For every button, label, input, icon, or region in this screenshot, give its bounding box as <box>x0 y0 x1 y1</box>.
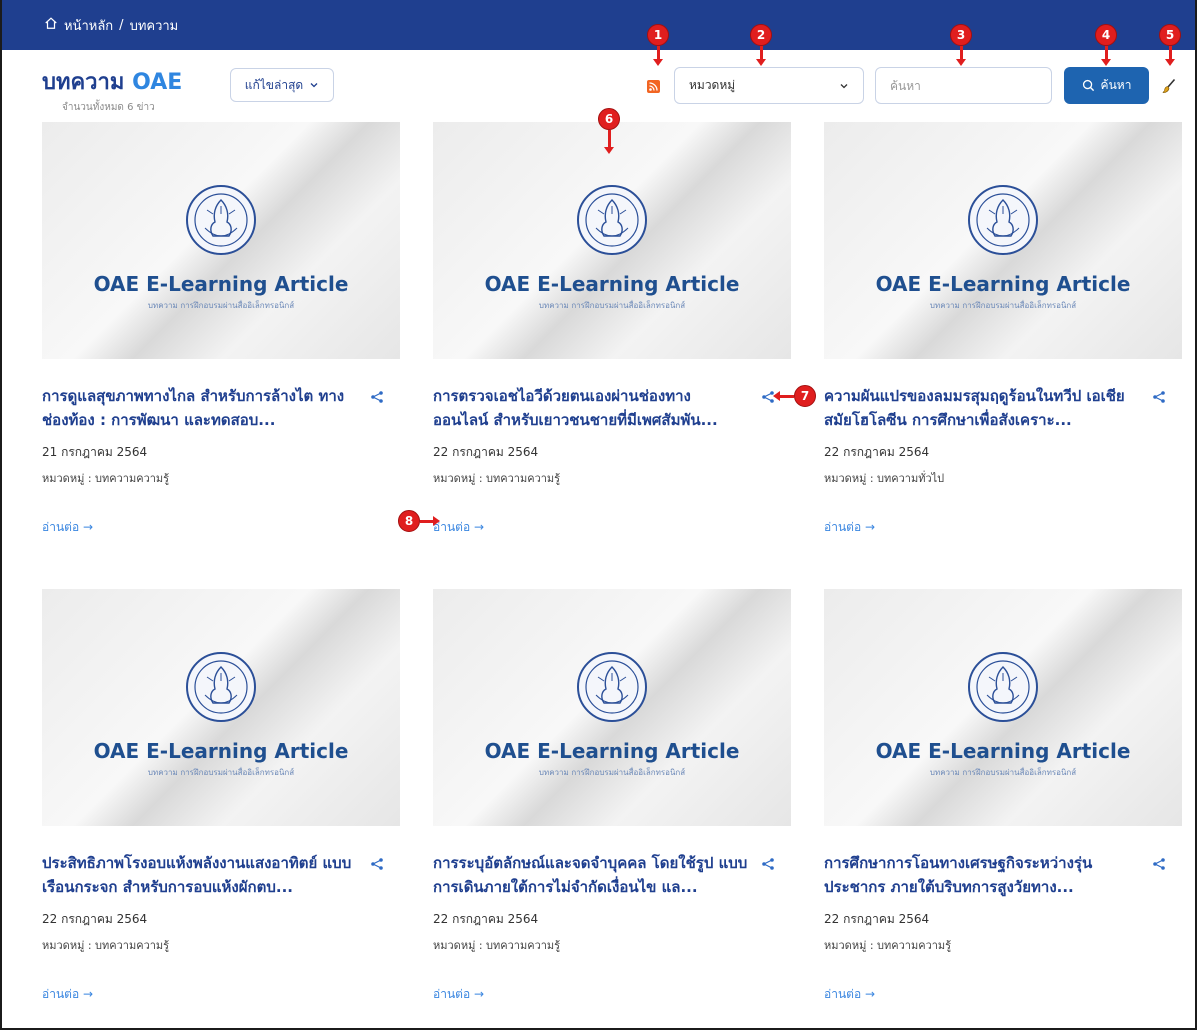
article-date: 22 กรกฎาคม 2564 <box>824 445 930 459</box>
annotation-marker-7: 7 <box>794 385 816 407</box>
read-more-link[interactable]: อ่านต่อ → <box>433 985 484 1004</box>
thumbnail-subtitle: บทความ การฝึกอบรมผ่านสื่ออิเล็กทรอนิกส์ <box>147 301 295 310</box>
article-category: หมวดหมู่ : บทความความรู้ <box>42 472 170 485</box>
article-category: หมวดหมู่ : บทความความรู้ <box>824 939 952 952</box>
share-icon[interactable] <box>761 857 775 871</box>
article-thumbnail[interactable]: OAE E-Learning Article บทความ การฝึกอบรม… <box>824 122 1182 359</box>
chevron-down-icon <box>310 83 318 88</box>
annotation-marker-1: 1 <box>647 24 669 46</box>
search-icon <box>1082 79 1094 92</box>
article-thumbnail[interactable]: OAE E-Learning Article บทความ การฝึกอบรม… <box>42 589 400 826</box>
thumbnail-subtitle: บทความ การฝึกอบรมผ่านสื่ออิเล็กทรอนิกส์ <box>929 768 1077 777</box>
rss-icon[interactable] <box>647 80 660 93</box>
article-card[interactable]: OAE E-Learning Article บทความ การฝึกอบรม… <box>42 122 400 534</box>
annotation-arrow-1 <box>653 46 663 66</box>
sort-dropdown[interactable]: แก้ไขล่าสุด <box>230 68 334 102</box>
share-icon[interactable] <box>1152 857 1166 871</box>
thumbnail-title: OAE E-Learning Article <box>93 739 349 763</box>
annotation-arrow-2 <box>756 46 766 66</box>
seal-emblem <box>577 185 647 255</box>
article-category: หมวดหมู่ : บทความทั่วไป <box>824 472 945 485</box>
annotation-marker-5: 5 <box>1159 24 1181 46</box>
article-title[interactable]: ความผันแปรของลมมรสุมฤดูร้อนในทวีป เอเชีย… <box>824 384 1142 432</box>
article-title[interactable]: ประสิทธิภาพโรงอบแห้งพลังงานแสงอาทิตย์ แบ… <box>42 851 360 899</box>
thumbnail-subtitle: บทความ การฝึกอบรมผ่านสื่ออิเล็กทรอนิกส์ <box>538 301 686 310</box>
read-more-link[interactable]: อ่านต่อ → <box>433 518 484 537</box>
breadcrumb-home[interactable]: หน้าหลัก <box>44 15 113 36</box>
article-card[interactable]: OAE E-Learning Article บทความ การฝึกอบรม… <box>433 122 791 534</box>
article-card[interactable]: OAE E-Learning Article บทความ การฝึกอบรม… <box>824 122 1182 534</box>
article-title[interactable]: การระบุอัตลักษณ์และจดจำบุคคล โดยใช้รูป แ… <box>433 851 751 899</box>
article-title[interactable]: การตรวจเอชไอวีด้วยตนเองผ่านช่องทาง ออนไล… <box>433 384 751 432</box>
search-button-label: ค้นหา <box>1100 78 1132 92</box>
breadcrumb-home-label: หน้าหลัก <box>64 18 114 34</box>
search-input[interactable] <box>875 67 1052 104</box>
read-more-link[interactable]: อ่านต่อ → <box>42 518 93 537</box>
annotation-marker-2: 2 <box>750 24 772 46</box>
sort-label: แก้ไขล่าสุด <box>244 77 304 92</box>
article-title[interactable]: การดูแลสุขภาพทางไกล สำหรับการล้างไต ทางช… <box>42 384 360 432</box>
home-icon <box>44 16 58 34</box>
breadcrumb-separator: / <box>119 17 124 33</box>
article-thumbnail[interactable]: OAE E-Learning Article บทความ การฝึกอบรม… <box>42 122 400 359</box>
annotation-marker-3: 3 <box>950 24 972 46</box>
article-card[interactable]: OAE E-Learning Article บทความ การฝึกอบรม… <box>433 589 791 1001</box>
chevron-down-icon <box>840 83 848 88</box>
article-date: 22 กรกฎาคม 2564 <box>433 445 539 459</box>
seal-emblem <box>577 652 647 722</box>
share-icon[interactable] <box>1152 390 1166 404</box>
page-title-accent: OAE <box>132 70 183 95</box>
share-icon[interactable] <box>370 390 384 404</box>
thumbnail-subtitle: บทความ การฝึกอบรมผ่านสื่ออิเล็กทรอนิกส์ <box>929 301 1077 310</box>
article-thumbnail[interactable]: OAE E-Learning Article บทความ การฝึกอบรม… <box>824 589 1182 826</box>
category-select-label: หมวดหมู่ <box>689 78 736 92</box>
share-icon[interactable] <box>370 857 384 871</box>
article-date: 21 กรกฎาคม 2564 <box>42 445 148 459</box>
annotation-marker-4: 4 <box>1095 24 1117 46</box>
article-category: หมวดหมู่ : บทความความรู้ <box>42 939 170 952</box>
thumbnail-title: OAE E-Learning Article <box>875 739 1131 763</box>
seal-emblem <box>186 652 256 722</box>
article-category: หมวดหมู่ : บทความความรู้ <box>433 472 561 485</box>
annotation-arrow-6 <box>604 130 614 154</box>
article-title[interactable]: การศึกษาการโอนทางเศรษฐกิจระหว่างรุ่น ประ… <box>824 851 1142 899</box>
category-select[interactable]: หมวดหมู่ <box>674 67 864 104</box>
thumbnail-title: OAE E-Learning Article <box>93 272 349 296</box>
seal-emblem <box>968 185 1038 255</box>
page-frame: หน้าหลัก / บทความ บทความ OAE จำนวนทั้งหม… <box>0 0 1197 1030</box>
annotation-arrow-8 <box>420 516 440 526</box>
article-count: จำนวนทั้งหมด 6 ข่าว <box>62 102 155 113</box>
article-date: 22 กรกฎาคม 2564 <box>824 912 930 926</box>
read-more-link[interactable]: อ่านต่อ → <box>42 985 93 1004</box>
page-title-main: บทความ <box>42 70 125 95</box>
article-thumbnail[interactable]: OAE E-Learning Article บทความ การฝึกอบรม… <box>433 122 791 359</box>
article-category: หมวดหมู่ : บทความความรู้ <box>433 939 561 952</box>
annotation-arrow-4 <box>1101 46 1111 66</box>
read-more-link[interactable]: อ่านต่อ → <box>824 985 875 1004</box>
page-title: บทความ OAE <box>42 64 182 99</box>
annotation-arrow-5 <box>1165 46 1175 66</box>
annotation-arrow-7 <box>773 391 794 401</box>
article-date: 22 กรกฎาคม 2564 <box>433 912 539 926</box>
article-card[interactable]: OAE E-Learning Article บทความ การฝึกอบรม… <box>42 589 400 1001</box>
thumbnail-title: OAE E-Learning Article <box>484 739 740 763</box>
thumbnail-subtitle: บทความ การฝึกอบรมผ่านสื่ออิเล็กทรอนิกส์ <box>147 768 295 777</box>
seal-emblem <box>968 652 1038 722</box>
read-more-link[interactable]: อ่านต่อ → <box>824 518 875 537</box>
brush-icon[interactable] <box>1162 78 1176 94</box>
annotation-marker-6: 6 <box>598 108 620 130</box>
search-button[interactable]: ค้นหา <box>1064 67 1149 104</box>
seal-emblem <box>186 185 256 255</box>
thumbnail-title: OAE E-Learning Article <box>484 272 740 296</box>
thumbnail-title: OAE E-Learning Article <box>875 272 1131 296</box>
article-thumbnail[interactable]: OAE E-Learning Article บทความ การฝึกอบรม… <box>433 589 791 826</box>
article-card[interactable]: OAE E-Learning Article บทความ การฝึกอบรม… <box>824 589 1182 1001</box>
breadcrumb-bar: หน้าหลัก / บทความ <box>2 0 1195 50</box>
annotation-marker-8: 8 <box>398 510 420 532</box>
article-date: 22 กรกฎาคม 2564 <box>42 912 148 926</box>
thumbnail-subtitle: บทความ การฝึกอบรมผ่านสื่ออิเล็กทรอนิกส์ <box>538 768 686 777</box>
annotation-arrow-3 <box>956 46 966 66</box>
breadcrumb-current: บทความ <box>129 18 179 34</box>
